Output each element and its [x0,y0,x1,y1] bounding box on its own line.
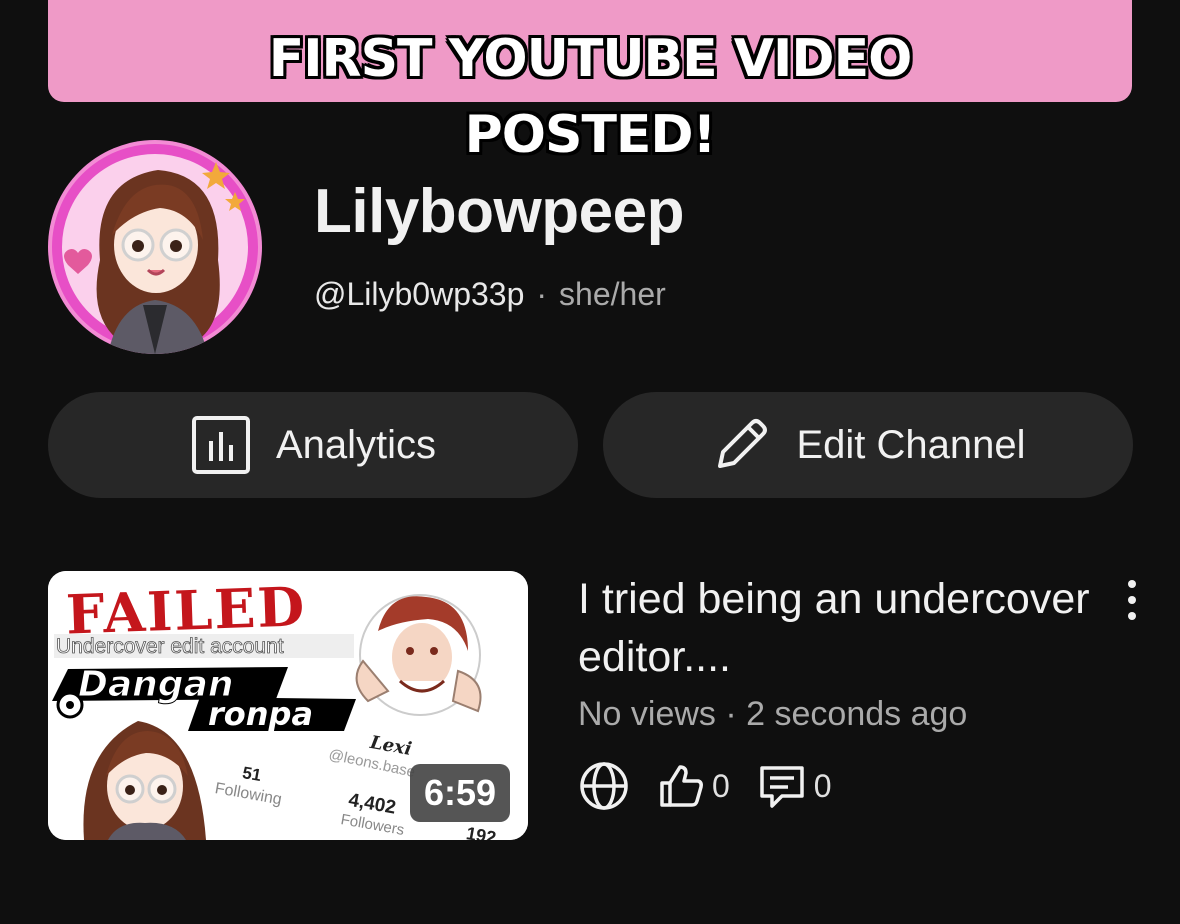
more-dot [1128,596,1136,604]
thumbnail-subline: Undercover edit account [56,635,284,658]
analytics-chart-icon [191,416,250,474]
channel-avatar[interactable] [48,140,262,354]
thumbs-up-icon [660,765,703,807]
analytics-button[interactable]: Analytics [48,392,578,498]
handle-separator: · [536,276,548,312]
analytics-label: Analytics [275,422,437,467]
thumbnail-logo-line2: ronpa [208,695,313,733]
video-meta: No views · 2 seconds ago [578,695,968,733]
globe-icon [580,762,628,810]
channel-handle: @Lilyb0wp33p [314,276,525,312]
video-title[interactable]: I tried being an undercover editor.... [578,570,1098,686]
edit-channel-button[interactable]: Edit Channel [603,392,1133,498]
video-stats: 0 0 [578,758,858,814]
comment-count: 0 [813,767,832,804]
like-count: 0 [712,767,730,804]
avatar-illustration [52,144,258,354]
visibility-indicator [578,760,630,812]
pencil-icon [718,419,768,468]
video-thumbnail[interactable]: FAILED Undercover edit account Dangan ro… [48,571,528,840]
thumbnail-following-count: 51 [241,763,263,785]
more-dot [1128,580,1136,588]
channel-name: Lilybowpeep [314,177,684,246]
more-options-button[interactable] [1116,580,1148,620]
comment-icon [760,766,804,808]
video-duration: 6:59 [409,764,510,822]
caption-line-1: FIRST YOUTUBE VIDEO [268,29,913,89]
channel-handle-row: @Lilyb0wp33p · she/her [314,276,666,313]
channel-page: FIRST YOUTUBE VIDEO POSTED! Lilybowpeep … [0,0,1180,924]
edit-channel-label: Edit Channel [796,422,1026,467]
more-dot [1128,612,1136,620]
like-button[interactable]: 0 [656,761,730,811]
comments-button[interactable]: 0 [756,760,832,812]
channel-pronouns: she/her [559,276,666,312]
